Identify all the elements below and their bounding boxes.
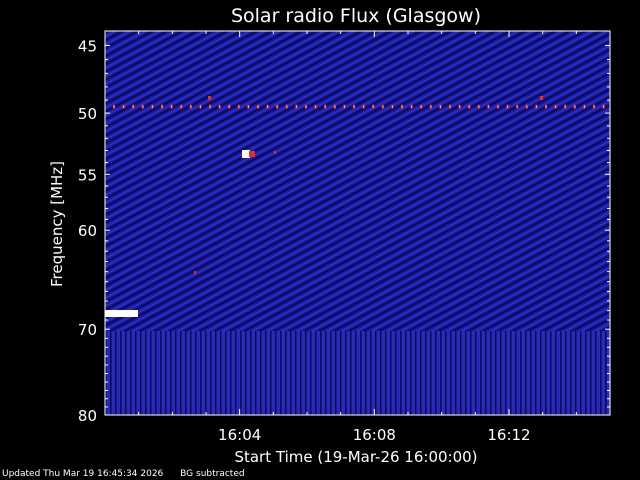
- rfi-dot-core: [161, 105, 163, 108]
- rfi-dot-core: [123, 105, 125, 108]
- x-tick-label: 16:04: [218, 426, 261, 444]
- plot-area: [105, 31, 610, 415]
- rfi-dot-core: [286, 105, 288, 108]
- rfi-dot-core: [180, 105, 182, 108]
- bg-subtracted-note: BG subtracted: [180, 469, 245, 479]
- y-tick-label: 45: [78, 37, 97, 55]
- rfi-dot-core: [209, 105, 211, 108]
- rfi-dot-core: [171, 105, 173, 108]
- rfi-dot-core: [603, 105, 605, 108]
- rfi-dot-core: [401, 105, 403, 108]
- rfi-dot-core: [113, 105, 115, 108]
- y-axis-label: Frequency [MHz]: [48, 161, 66, 287]
- rfi-dot-core: [382, 105, 384, 108]
- rfi-dot-core: [391, 105, 393, 108]
- rfi-dot-core: [564, 105, 566, 108]
- rfi-dot-core: [276, 105, 278, 108]
- rfi-dot-core: [132, 105, 134, 108]
- y-tick-label: 80: [78, 407, 97, 425]
- rfi-dot-core: [372, 105, 374, 108]
- rfi-dot-core: [199, 105, 201, 108]
- rfi-dot-core: [142, 105, 144, 108]
- red-dot: [208, 96, 211, 100]
- rfi-dot-core: [430, 105, 432, 108]
- rfi-dot-core: [487, 105, 489, 108]
- rfi-dot-core: [305, 105, 307, 108]
- rfi-dot-core: [151, 105, 153, 108]
- rfi-dot-core: [238, 105, 240, 108]
- updated-timestamp: Updated Thu Mar 19 16:45:34 2026: [2, 469, 164, 479]
- rfi-dot-core: [468, 105, 470, 108]
- rfi-dot-core: [516, 105, 518, 108]
- y-tick-label: 70: [78, 321, 97, 339]
- x-tick-label: 16:12: [487, 426, 530, 444]
- rfi-dot-core: [526, 105, 528, 108]
- rfi-dot-core: [315, 105, 317, 108]
- rfi-dot-core: [593, 105, 595, 108]
- spectrogram-chart: Solar radio Flux (Glasgow) 455055607080 …: [48, 5, 611, 466]
- rfi-dot-core: [497, 105, 499, 108]
- hot-bar-70mhz: [105, 310, 138, 317]
- red-dot: [274, 151, 276, 154]
- rfi-dot-core: [449, 105, 451, 108]
- y-tick-label: 60: [78, 222, 97, 240]
- rfi-dot-core: [507, 105, 509, 108]
- rfi-dot-core: [574, 105, 576, 108]
- hot-spot-burst: [242, 150, 250, 158]
- y-tick-label: 50: [78, 105, 97, 123]
- red-dot: [194, 271, 196, 274]
- chart-title: Solar radio Flux (Glasgow): [231, 5, 481, 27]
- rfi-dot-core: [555, 105, 557, 108]
- rfi-dot-core: [353, 105, 355, 108]
- spectrum-lower-band: [105, 331, 610, 415]
- rfi-dot-core: [411, 105, 413, 108]
- rfi-dot-core: [343, 105, 345, 108]
- rfi-dot-core: [190, 105, 192, 108]
- rfi-dot-core: [219, 105, 221, 108]
- rfi-dot-core: [583, 105, 585, 108]
- rfi-dot-core: [247, 105, 249, 108]
- rfi-dot-core: [363, 105, 365, 108]
- rfi-dot-core: [257, 105, 259, 108]
- x-tick-label: 16:08: [353, 426, 396, 444]
- rfi-dot-core: [439, 105, 441, 108]
- rfi-dot-core: [334, 105, 336, 108]
- rfi-dot-core: [459, 105, 461, 108]
- rfi-dot-core: [324, 105, 326, 108]
- rfi-dot-core: [228, 105, 230, 108]
- footer: Updated Thu Mar 19 16:45:34 2026 BG subt…: [2, 469, 259, 479]
- rfi-dot-core: [478, 105, 480, 108]
- rfi-dot-core: [295, 105, 297, 108]
- hot-spot-glow: [249, 151, 255, 157]
- rfi-dot-core: [420, 105, 422, 108]
- rfi-dot-core: [545, 105, 547, 108]
- spectrum-upper-band: [105, 31, 610, 331]
- rfi-dot-core: [267, 105, 269, 108]
- rfi-dot-core: [535, 105, 537, 108]
- y-tick-label: 55: [78, 166, 97, 184]
- red-dot: [540, 96, 543, 100]
- x-axis-label: Start Time (19-Mar-26 16:00:00): [234, 448, 477, 466]
